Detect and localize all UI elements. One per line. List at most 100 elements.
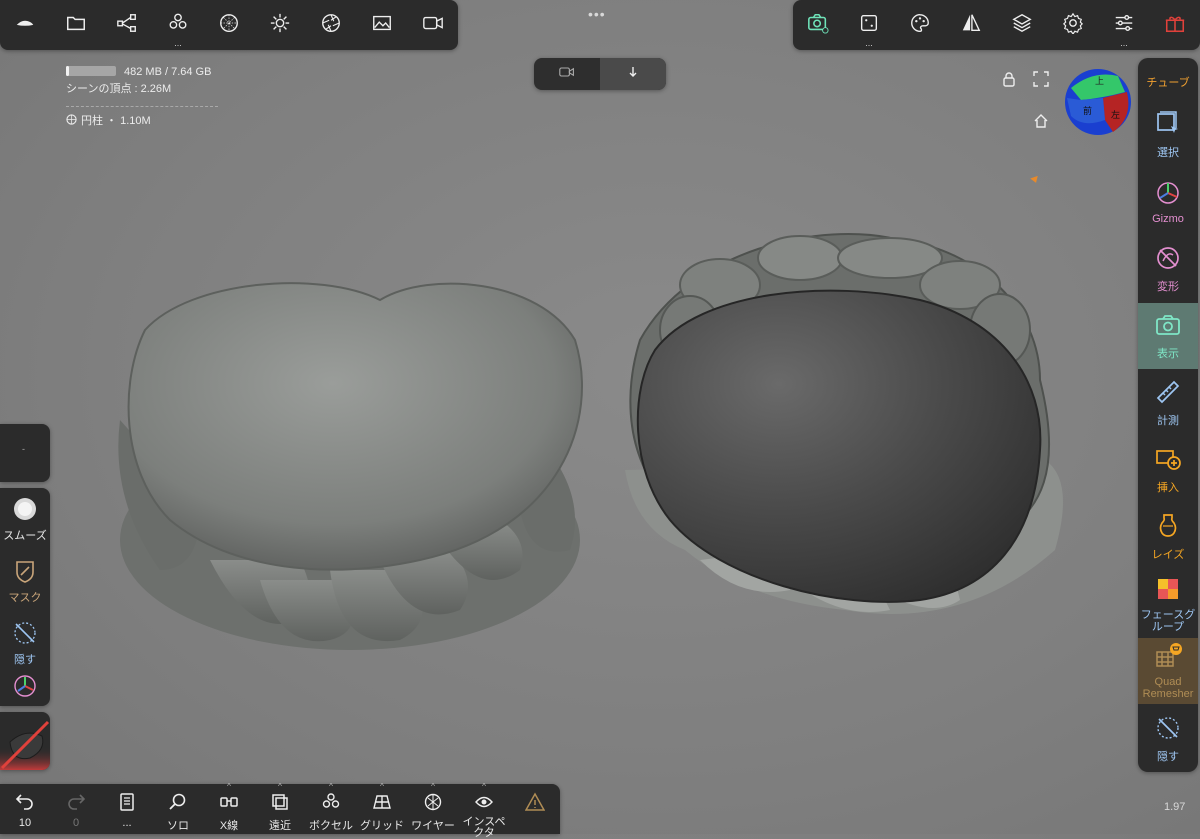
voxel-button[interactable]: ... [153, 0, 203, 50]
object-label: 円柱 ・ 1.10M [81, 115, 151, 127]
perspective-label: 遠近 [269, 820, 291, 832]
sidebar-item-insert[interactable]: 挿入 [1138, 437, 1198, 503]
sidebar-item-view[interactable]: 表示 [1138, 303, 1198, 369]
camera-button[interactable] [793, 0, 843, 50]
transform-icon [1154, 244, 1182, 278]
sidebar-item-quad-remesher[interactable]: Quad Remesher [1138, 638, 1198, 704]
sidebar-item-gizmo[interactable]: Gizmo [1138, 169, 1198, 235]
sidebar-item-hide[interactable]: 隠す [1138, 706, 1198, 772]
xray-button[interactable]: ^ X線 [204, 782, 254, 834]
sidebar-item-select[interactable]: 選択 [1138, 102, 1198, 168]
record-button[interactable] [408, 0, 458, 50]
files-button[interactable] [51, 0, 101, 50]
postprocess-button[interactable] [306, 0, 356, 50]
voxels-icon [167, 12, 189, 39]
solo-button[interactable]: ソロ [153, 784, 203, 834]
top-toolbar-left: ... [0, 0, 458, 50]
wireframe-label: ワイヤー [411, 820, 455, 832]
sidebar-item-facegroup[interactable]: フェースグループ [1138, 571, 1198, 637]
tool-gizmo[interactable] [0, 670, 50, 706]
sidebar-item-label: 表示 [1157, 348, 1179, 360]
symmetry-icon [960, 12, 982, 39]
sidebar-item-transform[interactable]: 変形 [1138, 236, 1198, 302]
layers-button[interactable] [997, 0, 1047, 50]
scene-button[interactable] [102, 0, 152, 50]
layers-icon [1011, 12, 1033, 39]
share-nodes-icon [116, 12, 138, 39]
history-button[interactable]: ... [102, 784, 152, 834]
sliders-button[interactable]: ... [1099, 0, 1149, 50]
sidebar-item-label: レイズ [1151, 549, 1185, 561]
wireframe-button[interactable]: ^ ワイヤー [408, 782, 458, 834]
folder-icon [65, 12, 87, 39]
top-toolbar-right: ... ... [793, 0, 1200, 50]
sidebar-item-label: Gizmo [1152, 213, 1184, 225]
left-object [118, 282, 583, 650]
cube-front-label: 前 [1083, 105, 1092, 117]
selected-object[interactable]: 円柱 ・ 1.10M [66, 113, 218, 130]
cube-left-label: 左 [1111, 109, 1120, 121]
cart-icon [1154, 642, 1182, 676]
sidebar-item-label: 変形 [1157, 281, 1179, 293]
tool-smooth[interactable]: スムーズ [0, 488, 50, 550]
redo-button[interactable]: 0 [51, 784, 101, 834]
undo-button[interactable]: 10 [0, 784, 50, 834]
inspector-button[interactable]: ^ インスペクタ [459, 782, 509, 839]
sidebar-item-label: 挿入 [1157, 482, 1179, 494]
settings-button[interactable] [1048, 0, 1098, 50]
material-preview[interactable] [0, 712, 50, 770]
random-button[interactable]: ... [844, 0, 894, 50]
drag-handle[interactable]: ••• [588, 6, 606, 22]
camera-mode-toggle [534, 58, 666, 90]
tool-mask[interactable]: マスク [0, 550, 50, 612]
home-view-button[interactable] [1031, 113, 1051, 133]
scene-stats: 482 MB / 7.64 GB シーンの頂点 : 2.26M 円柱 ・ 1.1… [66, 64, 218, 130]
video-icon [422, 12, 444, 39]
down-button[interactable] [600, 58, 666, 90]
symmetry-button[interactable] [946, 0, 996, 50]
left-status-panel: - [0, 424, 50, 482]
undo-count: 10 [18, 817, 32, 829]
gift-button[interactable] [1150, 0, 1200, 50]
topology-button[interactable] [204, 0, 254, 50]
navigation-cube[interactable]: 上 左 前 [1063, 68, 1133, 136]
gizmo-icon [1154, 179, 1182, 213]
sidebar-item-lathe[interactable]: レイズ [1138, 504, 1198, 570]
lock-icon [1002, 71, 1016, 92]
grid-button[interactable]: ^ グリッド [357, 782, 407, 834]
image-icon [371, 12, 393, 39]
vase-icon [1154, 512, 1182, 546]
voxel-label: ボクセル [309, 820, 353, 832]
tool-label: マスク [8, 591, 42, 604]
sidebar-item-measure[interactable]: 計測 [1138, 370, 1198, 436]
background-button[interactable] [357, 0, 407, 50]
inspector-label: インスペクタ [462, 816, 506, 839]
mesh-icon [66, 114, 77, 125]
hide-icon [1154, 714, 1182, 748]
sidebar-item-label: チューブ [1146, 77, 1190, 89]
left-tool-panel: スムーズ マスク 隠す [0, 488, 50, 706]
video-mode-button[interactable] [534, 58, 600, 90]
logo-button[interactable] [0, 0, 50, 50]
book-icon [117, 784, 137, 817]
cube-top-label: 上 [1095, 76, 1104, 87]
logo-icon [14, 12, 36, 39]
settings-icon [1062, 12, 1084, 39]
tool-hide[interactable]: 隠す [0, 612, 50, 674]
sidebar-item-tube[interactable]: チューブ [1138, 58, 1198, 94]
memory-usage: 482 MB / 7.64 GB [124, 66, 212, 78]
fullscreen-button[interactable] [1031, 70, 1051, 91]
insert-icon [1154, 445, 1182, 479]
lock-view-button[interactable] [999, 71, 1019, 91]
right-sidebar: チューブ 選択 Gizmo 変形 表示 計測 挿入 レイズ フェースグループ Q… [1138, 58, 1198, 772]
camera-icon [807, 12, 829, 39]
material-button[interactable] [895, 0, 945, 50]
sphere-grid-icon [218, 12, 240, 39]
memory-bar [66, 66, 116, 76]
warning-button[interactable] [510, 784, 560, 834]
light-button[interactable] [255, 0, 305, 50]
perspective-button[interactable]: ^ 遠近 [255, 782, 305, 834]
voxel-toggle-button[interactable]: ^ ボクセル [306, 782, 356, 834]
dice-icon [858, 12, 880, 39]
solo-label: ソロ [167, 820, 189, 832]
